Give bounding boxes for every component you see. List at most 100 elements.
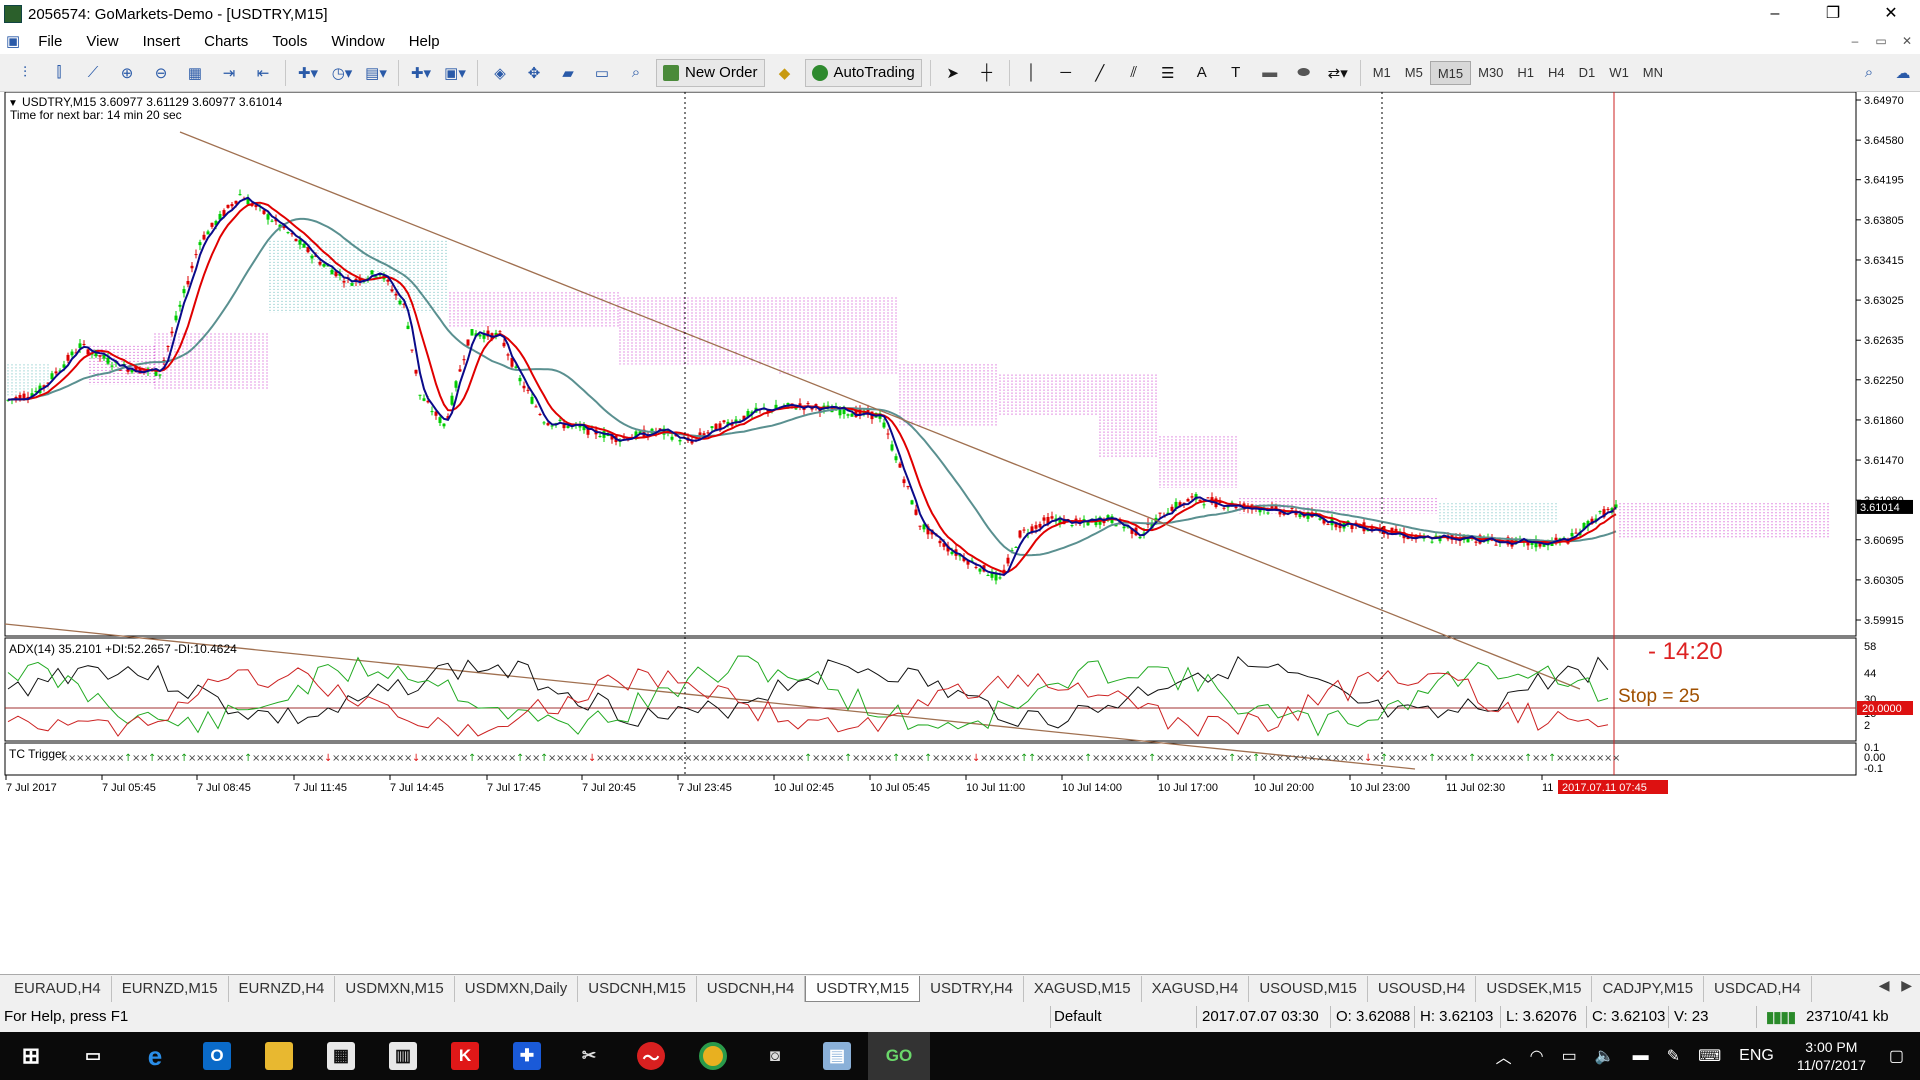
equidistant-channel-icon[interactable]: ⫽ — [1120, 59, 1148, 87]
taskbar-defender[interactable]: ✚ — [496, 1032, 558, 1080]
autoscroll-icon[interactable]: ⇤ — [249, 59, 277, 87]
crosshair-icon[interactable]: ┼ — [973, 59, 1001, 87]
task-view-button[interactable]: ▭ — [62, 1032, 124, 1080]
taskbar-chrome[interactable] — [682, 1032, 744, 1080]
taskbar-explorer[interactable] — [248, 1032, 310, 1080]
text-label-icon[interactable]: T — [1222, 59, 1250, 87]
line-chart-icon[interactable]: ⟋ — [79, 59, 107, 87]
timeframe-h4[interactable]: H4 — [1541, 61, 1572, 85]
timeframe-w1[interactable]: W1 — [1602, 61, 1636, 85]
taskbar-gomarkets[interactable]: GO — [868, 1032, 930, 1080]
tab-usdsek-m15[interactable]: USDSEK,M15 — [1476, 975, 1593, 1002]
tab-xagusd-h4[interactable]: XAGUSD,H4 — [1142, 975, 1250, 1002]
profiles-icon[interactable]: ▣▾ — [441, 59, 469, 87]
menu-tools[interactable]: Tools — [260, 33, 319, 50]
wifi-icon[interactable]: ◠ — [1530, 1046, 1544, 1066]
text-tool-icon[interactable]: A — [1188, 59, 1216, 87]
indicators-icon[interactable]: ✚▾ — [294, 59, 322, 87]
pen-icon[interactable]: ✎ — [1667, 1046, 1680, 1066]
fibonacci-icon[interactable]: ☰ — [1154, 59, 1182, 87]
minimize-button[interactable]: – — [1746, 0, 1804, 28]
chart-window[interactable]: × × × × × × × × ↑ × × ↑ × × × ↑ × × × × × × × ↑ × × × × × × × × × ↓ × × × × × ×… — [0, 92, 1920, 984]
taskbar-chart-app[interactable]: 〜 — [620, 1032, 682, 1080]
zoom-out-icon[interactable]: ⊖ — [147, 59, 175, 87]
chart-canvas[interactable]: × × × × × × × × ↑ × × ↑ × × × ↑ × × × × × × × ↑ × × × × × × × × × ↓ × × × × × ×… — [0, 92, 1920, 974]
terminal-icon[interactable]: ▭ — [588, 59, 616, 87]
taskbar-store[interactable]: ▦ — [310, 1032, 372, 1080]
show-hidden-icons[interactable]: ︿ — [1496, 1044, 1512, 1068]
tile-windows-icon[interactable]: ▦ — [181, 59, 209, 87]
tab-eurnzd-m15[interactable]: EURNZD,M15 — [112, 975, 229, 1002]
keyboard-icon[interactable]: ⌨ — [1698, 1046, 1721, 1066]
tab-usdcnh-h4[interactable]: USDCNH,H4 — [697, 975, 806, 1002]
tab-usdtry-m15[interactable]: USDTRY,M15 — [805, 975, 921, 1002]
navigator-icon[interactable]: ▰ — [554, 59, 582, 87]
taskbar-scanner[interactable]: ▤ — [806, 1032, 868, 1080]
new-order-button[interactable]: New Order — [656, 58, 765, 87]
taskbar-outlook[interactable]: O — [186, 1032, 248, 1080]
tab-usdtry-h4[interactable]: USDTRY,H4 — [920, 975, 1024, 1002]
tester-icon[interactable]: ⌕ — [622, 59, 650, 87]
search-icon[interactable]: ⌕ — [1855, 59, 1883, 87]
close-button[interactable]: ✕ — [1862, 0, 1920, 28]
timeframe-d1[interactable]: D1 — [1572, 61, 1603, 85]
chat-icon[interactable]: ☁ — [1889, 59, 1917, 87]
tab-scroll-left-icon[interactable]: ◀ — [1879, 977, 1890, 993]
vertical-line-icon[interactable]: │ — [1018, 59, 1046, 87]
notifications-icon[interactable]: ▢ — [1889, 1046, 1904, 1066]
menu-file[interactable]: File — [26, 33, 74, 50]
bar-chart-icon[interactable]: ⫶ — [11, 59, 39, 87]
taskbar-edge[interactable]: e — [124, 1032, 186, 1080]
arrows-tool-icon[interactable]: ⇄▾ — [1324, 59, 1352, 87]
ellipse-tool-icon[interactable]: ⬬ — [1290, 59, 1318, 87]
volume-icon[interactable]: 🔈 — [1595, 1046, 1615, 1066]
tab-usousd-h4[interactable]: USOUSD,H4 — [1368, 975, 1477, 1002]
crosshair-tool-icon[interactable]: ✥ — [520, 59, 548, 87]
start-button[interactable]: ⊞ — [0, 1032, 62, 1080]
timeframe-m15[interactable]: M15 — [1429, 60, 1472, 85]
horizontal-line-icon[interactable]: ─ — [1052, 59, 1080, 87]
timeframe-mn[interactable]: MN — [1636, 61, 1670, 85]
tab-cadjpy-m15[interactable]: CADJPY,M15 — [1592, 975, 1705, 1002]
tab-euraud-h4[interactable]: EURAUD,H4 — [4, 975, 112, 1002]
meta-editor-icon[interactable]: ◆ — [771, 59, 799, 87]
timeframe-m30[interactable]: M30 — [1471, 61, 1510, 85]
timeframe-m5[interactable]: M5 — [1398, 61, 1430, 85]
zoom-in-icon[interactable]: ⊕ — [113, 59, 141, 87]
mdi-close-button[interactable]: ✕ — [1894, 28, 1920, 54]
menu-charts[interactable]: Charts — [192, 33, 260, 50]
tab-usdmxn-daily[interactable]: USDMXN,Daily — [455, 975, 579, 1002]
taskbar-k-app[interactable]: K — [434, 1032, 496, 1080]
timeframe-m1[interactable]: M1 — [1366, 61, 1398, 85]
candlestick-icon[interactable]: ⫿ — [45, 59, 73, 87]
menu-view[interactable]: View — [74, 33, 130, 50]
market-watch-icon[interactable]: ◈ — [486, 59, 514, 87]
mdi-restore-button[interactable]: ▭ — [1868, 28, 1894, 54]
tab-scroll-right-icon[interactable]: ▶ — [1901, 977, 1912, 993]
tab-usdcad-h4[interactable]: USDCAD,H4 — [1704, 975, 1812, 1002]
taskbar-calculator[interactable]: ▥ — [372, 1032, 434, 1080]
restore-button[interactable]: ❐ — [1804, 0, 1862, 28]
tab-usdcnh-m15[interactable]: USDCNH,M15 — [578, 975, 697, 1002]
chart-shift-icon[interactable]: ⇥ — [215, 59, 243, 87]
taskbar-camera[interactable]: ◙ — [744, 1032, 806, 1080]
cursor-tool-icon[interactable]: ➤ — [939, 59, 967, 87]
clock[interactable]: 3:00 PM 11/07/2017 — [1797, 1038, 1866, 1074]
taskbar-snipping[interactable]: ✂ — [558, 1032, 620, 1080]
mdi-minimize-button[interactable]: – — [1842, 28, 1868, 54]
battery-icon[interactable]: ▬ — [1633, 1047, 1649, 1065]
periods-icon[interactable]: ◷▾ — [328, 59, 356, 87]
tab-usousd-m15[interactable]: USOUSD,M15 — [1249, 975, 1368, 1002]
language-indicator[interactable]: ENG — [1739, 1047, 1774, 1065]
autotrading-button[interactable]: AutoTrading — [804, 58, 922, 87]
templates-icon[interactable]: ▤▾ — [362, 59, 390, 87]
menu-window[interactable]: Window — [319, 33, 396, 50]
tab-usdmxn-m15[interactable]: USDMXN,M15 — [335, 975, 455, 1002]
tab-eurnzd-h4[interactable]: EURNZD,H4 — [229, 975, 336, 1002]
tab-xagusd-m15[interactable]: XAGUSD,M15 — [1024, 975, 1142, 1002]
trendline-icon[interactable]: ╱ — [1086, 59, 1114, 87]
menu-logo-icon[interactable]: ▣ — [0, 32, 26, 50]
new-chart-icon[interactable]: ✚▾ — [407, 59, 435, 87]
timeframe-h1[interactable]: H1 — [1510, 61, 1541, 85]
menu-help[interactable]: Help — [397, 33, 452, 50]
